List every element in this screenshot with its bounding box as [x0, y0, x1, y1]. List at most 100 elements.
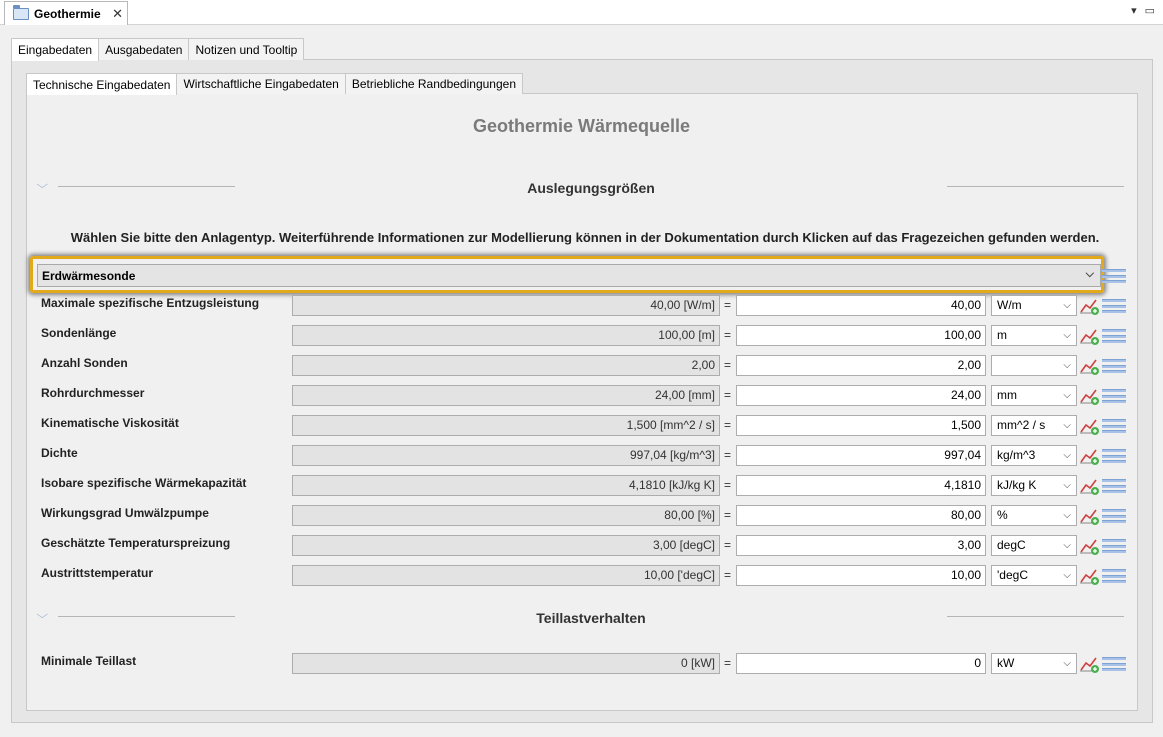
- maximize-icon[interactable]: ▭: [1145, 4, 1155, 17]
- row-value-input[interactable]: 2,00: [736, 355, 986, 376]
- row-readonly-value: 1,500 [mm^2 / s]: [292, 415, 720, 436]
- row-menu-icon[interactable]: [1102, 297, 1126, 315]
- row-unit-select[interactable]: % ⌵: [991, 505, 1077, 526]
- chart-add-icon[interactable]: [1079, 506, 1101, 526]
- chevron-down-icon: ⌵: [1085, 268, 1094, 280]
- row-readonly-value: 4,1810 [kJ/kg K]: [292, 475, 720, 496]
- row-value-input[interactable]: 24,00: [736, 385, 986, 406]
- row-value-input[interactable]: 4,1810: [736, 475, 986, 496]
- row-unit-select[interactable]: degC ⌵: [991, 535, 1077, 556]
- outer-tab-bar: Eingabedaten Ausgabedaten Notizen und To…: [11, 38, 305, 61]
- instruction-text: Wählen Sie bitte den Anlagentyp. Weiterf…: [70, 230, 1100, 245]
- chart-add-icon[interactable]: [1079, 296, 1101, 316]
- row-value-input[interactable]: 40,00: [736, 295, 986, 316]
- row-label: Rohrdurchmesser: [41, 386, 145, 400]
- equals-sign: =: [724, 568, 732, 582]
- row-menu-icon[interactable]: [1102, 327, 1126, 345]
- equals-sign: =: [724, 388, 732, 402]
- row-label: Wirkungsgrad Umwälzpumpe: [41, 506, 209, 520]
- row-unit-select[interactable]: m ⌵: [991, 325, 1077, 346]
- view-tab-title: Geothermie: [34, 6, 101, 21]
- row-readonly-value: 10,00 ['degC]: [292, 565, 720, 586]
- tab-technische-eingabedaten[interactable]: Technische Eingabedaten: [26, 73, 178, 95]
- equals-sign: =: [724, 448, 732, 462]
- chart-add-icon[interactable]: [1079, 654, 1101, 674]
- row-label: Anzahl Sonden: [41, 356, 128, 370]
- tab-notizen-und-tooltip[interactable]: Notizen und Tooltip: [188, 38, 305, 60]
- row-unit-select[interactable]: kJ/kg K ⌵: [991, 475, 1077, 496]
- tab-betriebliche-randbedingungen[interactable]: Betriebliche Randbedingungen: [344, 73, 523, 94]
- chart-add-icon[interactable]: [1079, 386, 1101, 406]
- chart-add-icon[interactable]: [1079, 476, 1101, 496]
- chart-add-icon[interactable]: [1079, 356, 1101, 376]
- row-value-input[interactable]: 997,04: [736, 445, 986, 466]
- equals-sign: =: [724, 538, 732, 552]
- section-title-teillastverhalten: Teillastverhalten: [536, 610, 646, 626]
- row-unit-select[interactable]: 'degC ⌵: [991, 565, 1077, 586]
- chevron-down-icon: ⌵: [1063, 480, 1071, 491]
- chart-add-icon[interactable]: [1079, 536, 1101, 556]
- view-menu: ▾ ▭: [1131, 4, 1155, 17]
- row-menu-icon[interactable]: [1102, 417, 1126, 435]
- chart-add-icon[interactable]: [1079, 446, 1101, 466]
- row-label: Maximale spezifische Entzugsleistung: [41, 296, 260, 310]
- view-tab-bar: Geothermie ✕ ▾ ▭: [0, 0, 1163, 25]
- view-tab-geothermie[interactable]: Geothermie ✕: [4, 1, 128, 25]
- chart-add-icon[interactable]: [1079, 416, 1101, 436]
- row-unit-select[interactable]: mm ⌵: [991, 385, 1077, 406]
- anlagentyp-menu-icon[interactable]: [1102, 267, 1126, 285]
- equals-sign: =: [724, 656, 732, 670]
- row-value-input[interactable]: 3,00: [736, 535, 986, 556]
- row-menu-icon[interactable]: [1102, 567, 1126, 585]
- row-label: Isobare spezifische Wärmekapazität: [41, 476, 247, 490]
- row-label: Geschätzte Temperaturspreizung: [41, 536, 231, 550]
- tab-eingabedaten[interactable]: Eingabedaten: [11, 38, 100, 61]
- row-value-input[interactable]: 10,00: [736, 565, 986, 586]
- close-icon[interactable]: ✕: [112, 6, 123, 22]
- chart-add-icon[interactable]: [1079, 566, 1101, 586]
- row-menu-icon[interactable]: [1102, 655, 1126, 673]
- row-readonly-value: 100,00 [m]: [292, 325, 720, 346]
- row-value-input[interactable]: 0: [736, 653, 986, 674]
- chevron-down-icon: ⌵: [1063, 510, 1071, 521]
- row-unit-label: m: [997, 328, 1007, 342]
- row-menu-icon[interactable]: [1102, 447, 1126, 465]
- tab-ausgabedaten[interactable]: Ausgabedaten: [98, 38, 190, 60]
- chevron-down-icon: ⌵: [1063, 330, 1071, 341]
- row-unit-select[interactable]: kg/m^3 ⌵: [991, 445, 1077, 466]
- view-menu-icon[interactable]: ▾: [1131, 4, 1137, 17]
- row-readonly-value: 3,00 [degC]: [292, 535, 720, 556]
- row-readonly-value: 40,00 [W/m]: [292, 295, 720, 316]
- row-menu-icon[interactable]: [1102, 387, 1126, 405]
- tab-wirtschaftliche-eingabedaten[interactable]: Wirtschaftliche Eingabedaten: [176, 73, 346, 94]
- chevron-down-icon: ⌵: [1063, 420, 1071, 431]
- row-unit-label: 'degC: [997, 568, 1028, 582]
- chevron-down-icon: ⌵: [1063, 390, 1071, 401]
- chart-add-icon[interactable]: [1079, 326, 1101, 346]
- row-unit-select[interactable]: ⌵: [991, 355, 1077, 376]
- row-unit-label: W/m: [997, 298, 1022, 312]
- row-value-input[interactable]: 100,00: [736, 325, 986, 346]
- row-menu-icon[interactable]: [1102, 357, 1126, 375]
- row-unit-select[interactable]: kW ⌵: [991, 653, 1077, 674]
- chevron-down-icon: ⌵: [1063, 360, 1071, 371]
- row-value-input[interactable]: 1,500: [736, 415, 986, 436]
- row-unit-label: kJ/kg K: [997, 478, 1037, 492]
- row-readonly-value: 80,00 [%]: [292, 505, 720, 526]
- equals-sign: =: [724, 358, 732, 372]
- row-readonly-value: 2,00: [292, 355, 720, 376]
- row-menu-icon[interactable]: [1102, 537, 1126, 555]
- row-unit-label: mm^2 / s: [997, 418, 1046, 432]
- chevron-down-icon: ⌵: [1063, 570, 1071, 581]
- anlagentyp-dropdown[interactable]: Erdwärmesonde ⌵: [37, 264, 1101, 287]
- row-unit-select[interactable]: W/m ⌵: [991, 295, 1077, 316]
- row-unit-select[interactable]: mm^2 / s ⌵: [991, 415, 1077, 436]
- row-label: Sondenlänge: [41, 326, 117, 340]
- row-menu-icon[interactable]: [1102, 477, 1126, 495]
- row-value-input[interactable]: 80,00: [736, 505, 986, 526]
- section-title-auslegungsgroessen: Auslegungsgrößen: [527, 180, 655, 196]
- equals-sign: =: [724, 478, 732, 492]
- inner-tab-bar: Technische Eingabedaten Wirtschaftliche …: [26, 73, 523, 95]
- row-unit-label: kg/m^3: [997, 448, 1036, 462]
- row-menu-icon[interactable]: [1102, 507, 1126, 525]
